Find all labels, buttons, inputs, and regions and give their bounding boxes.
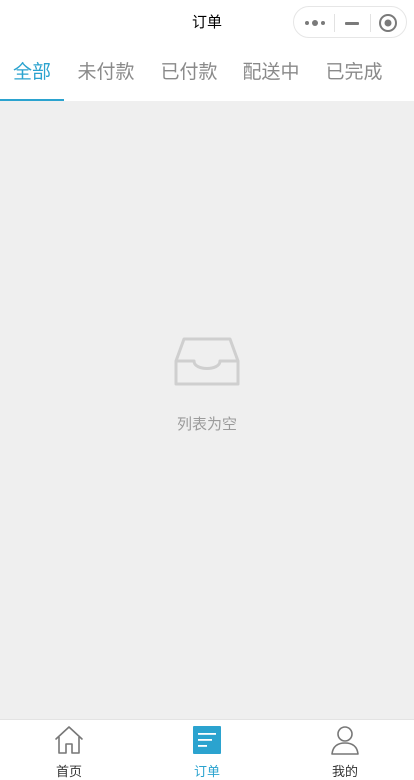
page: 订单 全部 未付款 已付款 配送中 已完成 列表为空 首页 订单 我的 <box>0 0 414 780</box>
tabbar-item-orders[interactable]: 订单 <box>138 720 276 780</box>
navigation-bar: 订单 <box>0 0 414 44</box>
capsule-divider <box>334 14 335 32</box>
tabbar-label: 首页 <box>55 765 82 780</box>
tab-completed[interactable]: 已完成 <box>320 44 388 101</box>
home-icon <box>55 726 83 754</box>
tabbar-label: 我的 <box>331 765 358 780</box>
tab-all[interactable]: 全部 <box>0 44 64 101</box>
close-mini-program-icon[interactable] <box>378 13 398 33</box>
user-icon <box>331 726 359 755</box>
more-options-icon[interactable] <box>304 17 326 29</box>
order-list-icon <box>193 726 221 754</box>
minimize-icon[interactable] <box>343 17 361 29</box>
tab-label: 全部 <box>12 61 51 83</box>
mini-program-capsule <box>293 6 407 38</box>
tabbar-label: 订单 <box>193 765 220 780</box>
tab-label: 已付款 <box>160 61 218 83</box>
tab-label: 已完成 <box>325 61 383 83</box>
inbox-icon <box>174 337 240 386</box>
tab-unpaid[interactable]: 未付款 <box>72 44 140 101</box>
empty-state-text: 列表为空 <box>176 415 237 433</box>
tabbar-item-profile[interactable]: 我的 <box>276 720 414 780</box>
tab-label: 配送中 <box>242 61 300 83</box>
bottom-tab-bar: 首页 订单 我的 <box>0 719 414 780</box>
capsule-divider <box>370 14 371 32</box>
tab-paid[interactable]: 已付款 <box>155 44 223 101</box>
order-status-tabs: 全部 未付款 已付款 配送中 已完成 <box>0 44 414 101</box>
tabbar-item-home[interactable]: 首页 <box>0 720 138 780</box>
tab-delivering[interactable]: 配送中 <box>237 44 305 101</box>
tab-label: 未付款 <box>77 61 135 83</box>
order-list-area[interactable]: 列表为空 <box>0 101 414 719</box>
